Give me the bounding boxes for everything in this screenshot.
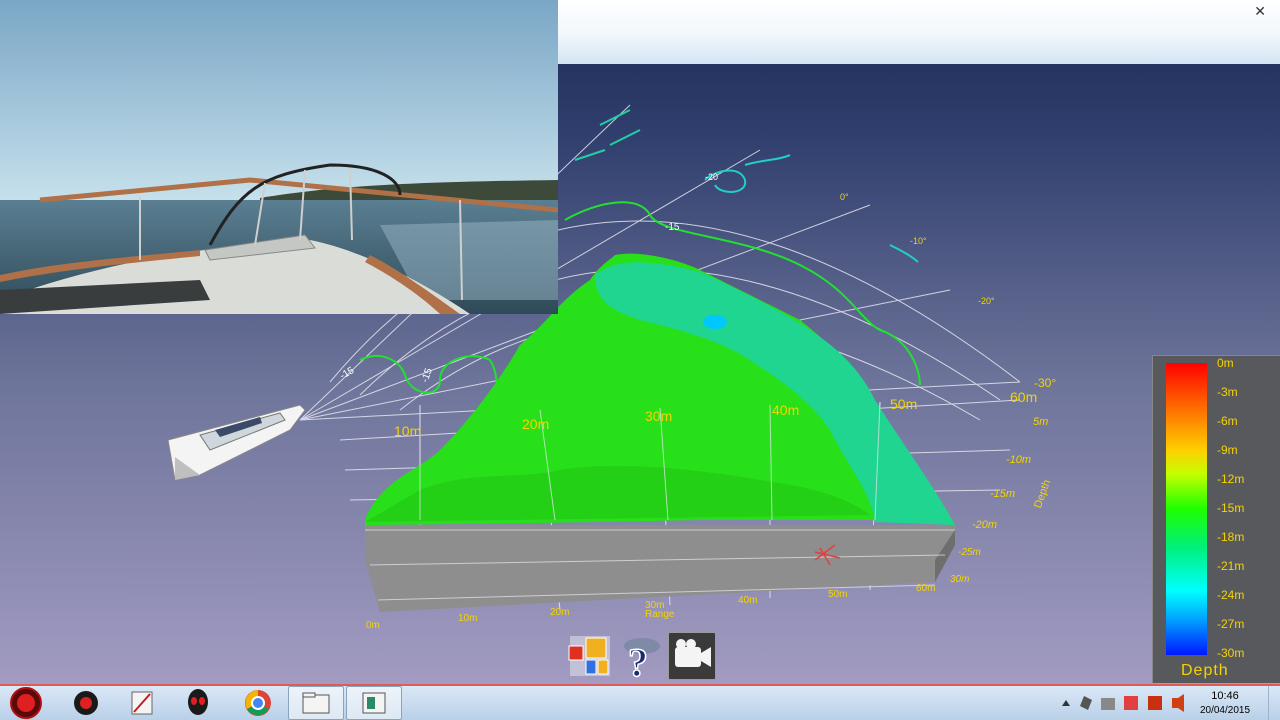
contour-lines-teal: [704, 154, 919, 263]
alien-app-icon: [188, 689, 208, 715]
display-settings-button[interactable]: [566, 632, 614, 680]
range-tick-50: 50m: [890, 396, 918, 412]
taskbar-app-explorer[interactable]: [288, 686, 344, 720]
legend-tick: 0m: [1217, 356, 1234, 370]
front-tick-0: 0m: [366, 620, 380, 631]
show-hidden-icon: [1062, 700, 1070, 706]
legend-tick: -3m: [1217, 385, 1238, 399]
chrome-icon: [245, 690, 271, 716]
range-axis-label: Range: [645, 609, 675, 620]
network-icon: [1101, 698, 1115, 710]
front-tick-20: 20m: [550, 607, 570, 618]
camera-feed[interactable]: [0, 0, 558, 314]
start-orb-icon: [10, 687, 42, 719]
taskbar-app-alien[interactable]: [170, 686, 226, 720]
camera-feed-image: [0, 0, 558, 314]
tray-icons: [1062, 694, 1184, 712]
taskbar-app-pen[interactable]: [114, 686, 170, 720]
legend-tick: -18m: [1217, 530, 1245, 544]
legend-tick: -21m: [1217, 559, 1245, 573]
contour-label: -15: [665, 222, 680, 233]
legend-tick: -27m: [1217, 617, 1245, 631]
legend-title: Depth: [1181, 662, 1229, 679]
legend-tick: -6m: [1217, 414, 1238, 428]
deep-spot: [703, 315, 727, 329]
sonar-window-icon: [362, 692, 386, 714]
app-tray-icon: [1148, 696, 1162, 710]
legend-tick: -30m: [1217, 646, 1245, 660]
front-tick-10: 10m: [458, 613, 478, 624]
bottom-toolbar: ?: [566, 632, 718, 684]
taskbar: 10:46 20/04/2015: [0, 684, 1280, 720]
taskbar-app-chrome[interactable]: [230, 686, 286, 720]
angle-tick-30: -30°: [1034, 376, 1057, 390]
front-tick-40: 40m: [738, 595, 758, 606]
taskbar-app-sonar-window[interactable]: [346, 686, 402, 720]
window-title-strip: ✕: [558, 0, 1280, 64]
range-tick-10: 10m: [394, 423, 422, 439]
depth-tick-5: 5m: [1033, 416, 1049, 428]
show-desktop-button[interactable]: [1268, 686, 1280, 720]
contour-label: -20: [705, 172, 719, 182]
front-tick-50: 50m: [828, 589, 848, 600]
legend-tick: -15m: [1217, 501, 1245, 515]
depth-color-scale: [1166, 363, 1207, 655]
dropbox-icon: [1080, 696, 1092, 710]
depth-tick-30: 30m: [950, 574, 970, 585]
antivirus-icon: [1124, 696, 1138, 710]
angle-tick-0: 0°: [840, 192, 849, 202]
svg-text:?: ?: [628, 640, 648, 680]
display-settings-icon: [568, 636, 610, 676]
sonar-3d-view[interactable]: 10m 20m 30m 40m 50m 60m 5m -10m -15m -20…: [0, 0, 1280, 684]
range-tick-40: 40m: [772, 402, 800, 418]
taskbar-app-sonar[interactable]: [58, 686, 114, 720]
depth-legend: 0m -3m -6m -9m -12m -15m -18m -21m -24m …: [1152, 355, 1280, 683]
range-tick-60: 60m: [1010, 389, 1038, 405]
legend-tick: -24m: [1217, 588, 1245, 602]
clock-date[interactable]: 20/04/2015: [1192, 705, 1258, 716]
camera-icon: [675, 639, 711, 667]
front-tick-60: 60m: [916, 583, 936, 594]
pen-tool-icon: [131, 691, 153, 715]
range-tick-20: 20m: [522, 416, 550, 432]
file-explorer-icon: [302, 692, 330, 714]
volume-icon: [1172, 694, 1184, 712]
depth-tick-10: -10m: [1006, 454, 1032, 466]
close-button[interactable]: ✕: [1254, 3, 1266, 20]
vessel-icon: [167, 404, 306, 481]
help-button[interactable]: ?: [618, 632, 666, 684]
camera-button[interactable]: [668, 632, 716, 680]
depth-tick-15: -15m: [990, 488, 1016, 500]
depth-tick-20: -20m: [972, 519, 998, 531]
sonar-app-icon: [74, 691, 98, 715]
legend-tick: -12m: [1217, 472, 1245, 486]
angle-tick-20: -20°: [978, 296, 995, 306]
angle-tick-10: -10°: [910, 236, 927, 246]
help-icon: ?: [624, 638, 660, 684]
start-button[interactable]: [0, 686, 56, 720]
legend-tick: -9m: [1217, 443, 1238, 457]
depth-tick-25: -25m: [958, 547, 981, 558]
seafloor-block-front: [365, 525, 955, 612]
range-tick-30: 30m: [645, 408, 673, 424]
clock-time[interactable]: 10:46: [1192, 690, 1258, 702]
